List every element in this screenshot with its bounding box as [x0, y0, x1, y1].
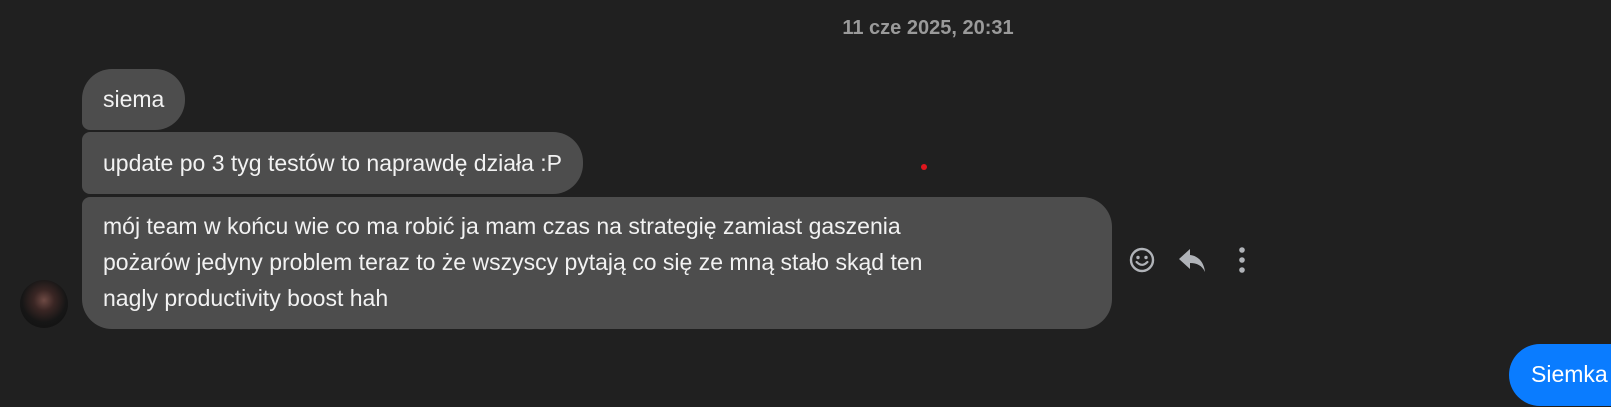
message-text-line: pożarów jedyny problem teraz to że wszys…: [103, 249, 923, 275]
react-button[interactable]: [1126, 244, 1158, 276]
message-actions: [1126, 244, 1258, 276]
message-text: update po 3 tyg testów to naprawdę dział…: [103, 150, 563, 176]
reply-arrow-icon: [1179, 249, 1205, 272]
message-bubble-incoming[interactable]: mój team w końcu wie co ma robić ja mam …: [82, 197, 1112, 329]
message-text-line: mój team w końcu wie co ma robić ja mam …: [103, 213, 901, 239]
message-bubble-incoming[interactable]: siema: [82, 69, 186, 130]
more-options-button[interactable]: [1226, 244, 1258, 276]
sender-avatar[interactable]: [20, 280, 68, 328]
message-timestamp: 11 cze 2025, 20:31: [842, 17, 1014, 39]
message-text: siema: [103, 86, 165, 112]
message-bubble-outgoing[interactable]: Siemka: [1509, 344, 1611, 406]
reply-button[interactable]: [1176, 244, 1208, 276]
smiley-face-icon: [1129, 247, 1155, 273]
message-bubble-incoming[interactable]: update po 3 tyg testów to naprawdę dział…: [82, 132, 584, 194]
message-text: Siemka: [1531, 361, 1608, 387]
message-text-line: nagly productivity boost hah: [103, 285, 389, 311]
red-dot-marker: [921, 164, 927, 170]
vertical-ellipsis-icon: [1239, 247, 1245, 273]
